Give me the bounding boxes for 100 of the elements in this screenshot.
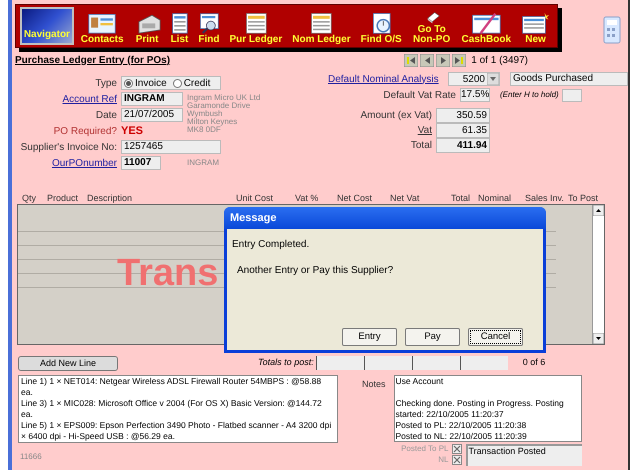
totals-label: Totals to post: xyxy=(258,356,314,370)
scrollbar[interactable] xyxy=(592,205,604,344)
line-summary: Line 3) 1 × MIC028: Microsoft Office v 2004 (For OS X) Basic Version: @144.72 ea. xyxy=(21,398,323,420)
clock-document-icon xyxy=(371,12,392,34)
stamp-text: Trans xyxy=(117,253,218,293)
date-field[interactable]: 21/07/2005 xyxy=(121,108,183,122)
radio-option[interactable]: Credit xyxy=(172,76,210,90)
list-icon xyxy=(170,12,188,34)
amount-field[interactable]: 411.94 xyxy=(436,138,490,153)
account-field[interactable]: INGRAM xyxy=(121,92,183,106)
dialog-message: Entry Completed. xyxy=(232,238,310,252)
address-line: Garamonde Drive xyxy=(187,102,252,110)
address-line: Milton Keynes xyxy=(187,118,238,126)
column-header: Vat % xyxy=(295,192,318,205)
toolbar-button[interactable]: CashBook xyxy=(458,5,514,45)
first-record-icon[interactable] xyxy=(404,54,418,66)
amount-field[interactable]: 61.35 xyxy=(436,123,490,138)
po-required-value: YES xyxy=(121,124,144,139)
dialog-button[interactable]: Pay xyxy=(405,328,460,346)
toolbar-button[interactable]: Contacts xyxy=(78,5,127,45)
address-line: MK8 0DF xyxy=(187,126,221,134)
field-label: Amount (ex Vat) xyxy=(360,109,432,123)
hold-field[interactable] xyxy=(562,88,582,102)
notes-field[interactable]: Use Account Checking done. Posting in Progress. Posting started: 22/10/2005 11:20:37 Posted to PL: 22/10/2005 11:20:38 Posted to NL: 22/10/2005 11:20:39 xyxy=(394,375,582,442)
column-header: Product xyxy=(47,192,78,205)
new-document-icon xyxy=(521,12,550,34)
notes-label: Notes xyxy=(362,378,386,391)
address-line: Ingram Micro UK Ltd xyxy=(187,94,260,102)
nominal-description-field[interactable]: Goods Purchased xyxy=(510,72,628,86)
line-summary: Line 1) 1 × NET014: Netgear Wireless ADSL Firewall Router 54MBPS : @58.88 ea. xyxy=(21,376,322,398)
column-header: Sales Inv. xyxy=(525,192,564,205)
ledger-icon xyxy=(310,12,332,34)
total-field xyxy=(460,356,508,370)
last-record-icon[interactable] xyxy=(452,54,466,66)
line-summary: Line 5) 1 × EPS009: Epson Perfection 3490 Photo - Flatbed scanner - A4 3200 dpi × 6400 dpi - Hi-Speed USB : @56.29 ea. xyxy=(21,420,332,442)
total-field xyxy=(364,356,412,370)
scroll-up-icon xyxy=(593,205,604,216)
toolbar-button[interactable]: Find O/S xyxy=(358,5,405,45)
dialog-button[interactable]: Cancel xyxy=(468,328,523,346)
total-field xyxy=(316,356,364,370)
add-line-button[interactable]: Add New Line xyxy=(18,356,118,370)
toolbar-button[interactable]: Find xyxy=(195,5,222,45)
po-supplier: INGRAM xyxy=(187,157,219,169)
record-id: 11666 xyxy=(20,451,42,463)
dialog-title: Message xyxy=(224,207,546,229)
nominal-link[interactable]: Default Nominal Analysis xyxy=(328,72,438,86)
field-label: Type xyxy=(95,76,117,90)
column-header: Net Vat xyxy=(390,192,420,205)
column-header: Description xyxy=(87,192,132,205)
po-number-field[interactable]: 11007 xyxy=(121,156,161,170)
column-header: Total xyxy=(451,192,470,205)
invoice-number-field[interactable]: 1257465 xyxy=(121,140,221,154)
field-link[interactable]: Account Ref xyxy=(62,92,117,106)
toolbar-button[interactable]: Navigator xyxy=(20,7,74,45)
vat-rate-field[interactable]: 17.5% xyxy=(460,88,490,102)
posted-label: Posted To PL xyxy=(401,443,449,455)
dialog-question: Another Entry or Pay this Supplier? xyxy=(237,264,394,278)
field-label: Total xyxy=(410,139,432,153)
calculator-icon xyxy=(602,16,622,44)
total-field xyxy=(412,356,460,370)
ledger-icon xyxy=(244,12,267,34)
column-header: Net Cost xyxy=(337,192,372,205)
form-title: Purchase Ledger Entry (for POs) xyxy=(15,54,170,68)
record-position: 1 of 1 (3497) xyxy=(471,54,528,68)
vat-link[interactable]: Vat xyxy=(418,123,432,138)
previous-record-icon[interactable] xyxy=(420,54,434,66)
column-header: Nominal xyxy=(478,192,512,205)
search-icon xyxy=(198,12,219,34)
posted-count: 0 of 6 xyxy=(522,356,546,370)
status-field: Transaction Posted xyxy=(466,444,582,466)
column-header: Qty xyxy=(22,192,36,205)
toolbar-button[interactable]: Go To Non-PO xyxy=(408,5,455,45)
dropdown-arrow-icon xyxy=(487,73,499,85)
field-label: Supplier's Invoice No: xyxy=(20,140,117,154)
posted-label: NL xyxy=(438,454,449,466)
field-link[interactable]: OurPOnumber xyxy=(52,156,117,170)
notes-line: Use Account xyxy=(396,376,444,387)
radio-option[interactable]: Invoice xyxy=(124,76,167,90)
next-record-icon[interactable] xyxy=(436,54,450,66)
field-label: Default Vat Rate xyxy=(382,88,456,102)
toolbar-button[interactable]: New xyxy=(518,5,553,45)
notes-line: Posted to NL: 22/10/2005 11:20:39 xyxy=(396,431,528,442)
toolbar-button[interactable]: Nom Ledger xyxy=(289,5,354,45)
checkbox[interactable] xyxy=(452,455,462,465)
toolbar-button[interactable]: List xyxy=(168,5,192,45)
dialog-button[interactable]: Entry xyxy=(342,328,397,346)
address-line: Wymbush xyxy=(187,110,224,118)
card-icon xyxy=(88,12,116,34)
nominal-dropdown[interactable]: 5200 xyxy=(448,72,500,86)
notes-line: Checking done. Posting in Progress. Posting started: 22/10/2005 11:20:37 xyxy=(396,398,565,420)
notes-line: Posted to PL: 22/10/2005 11:20:38 xyxy=(396,420,528,431)
checkbox[interactable] xyxy=(452,444,462,454)
field-label: PO Required? xyxy=(54,124,117,138)
scroll-down-icon xyxy=(593,333,604,344)
column-header: Unit Cost xyxy=(236,192,274,205)
toolbar-button[interactable]: Pur Ledger xyxy=(226,5,286,45)
amount-field[interactable]: 350.59 xyxy=(436,108,490,123)
hold-hint: (Enter H to hold) xyxy=(500,89,559,101)
toolbar-button[interactable]: Print xyxy=(130,5,164,45)
column-header: To Post xyxy=(568,192,598,205)
